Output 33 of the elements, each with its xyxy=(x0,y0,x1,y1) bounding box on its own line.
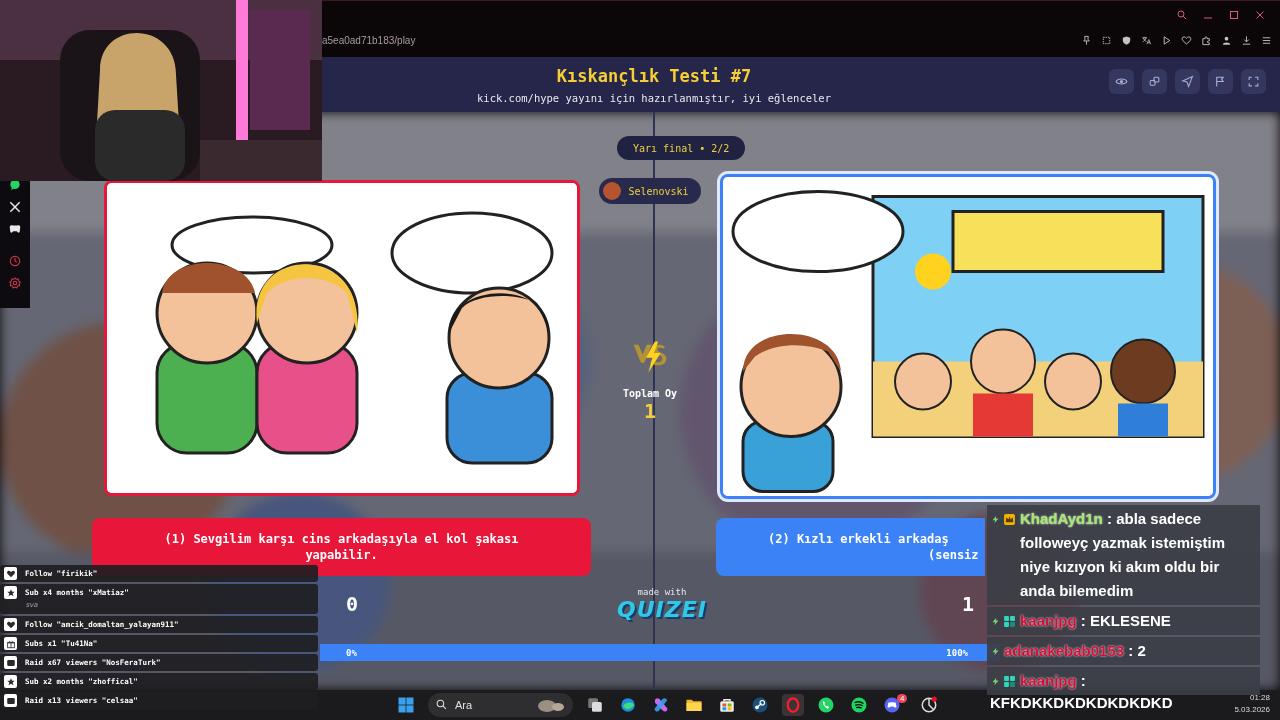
address-text[interactable]: a5ea0ad71b183/play xyxy=(322,35,416,46)
chat-text: KFKDKKDKDKDKDKDKD xyxy=(990,694,1173,711)
close-icon[interactable] xyxy=(1254,9,1266,21)
download-icon[interactable] xyxy=(1241,35,1252,46)
flag-icon xyxy=(1214,75,1227,88)
puzzle-icon[interactable] xyxy=(1201,35,1212,46)
search-field[interactable]: Ara xyxy=(428,693,573,717)
crop-icon[interactable] xyxy=(1101,35,1112,46)
shield-icon[interactable] xyxy=(1121,35,1132,46)
flag-button[interactable] xyxy=(1208,69,1233,94)
pin-icon[interactable] xyxy=(1081,35,1092,46)
translate-icon[interactable] xyxy=(1141,35,1152,46)
clock-date: 5.03.2026 xyxy=(1234,705,1270,714)
fullscreen-icon xyxy=(1247,75,1260,88)
quiz-subtitle: kick.com/hype yayını için hazırlanmıştır, iyi eğlenceler xyxy=(477,91,831,104)
eye-icon xyxy=(1115,75,1128,88)
clock-time: 01:28 xyxy=(1249,693,1270,702)
maximize-icon[interactable] xyxy=(1228,9,1240,21)
heart-icon[interactable] xyxy=(1181,35,1192,46)
fullscreen-button[interactable] xyxy=(1241,69,1266,94)
quiz-title: Kıskançlık Testi #7 xyxy=(556,65,752,86)
ring-icon[interactable] xyxy=(782,694,804,716)
search-icon xyxy=(435,698,448,711)
menu-icon[interactable] xyxy=(1261,35,1272,46)
profile-icon[interactable] xyxy=(1221,35,1232,46)
send-icon xyxy=(1181,75,1194,88)
search-icon[interactable] xyxy=(1176,9,1188,21)
cubes-icon xyxy=(1148,75,1161,88)
send-button[interactable] xyxy=(1175,69,1200,94)
cubes-button[interactable] xyxy=(1142,69,1167,94)
notification-badge: 4 xyxy=(897,693,908,703)
play-icon[interactable] xyxy=(1161,35,1172,46)
eye-button[interactable] xyxy=(1109,69,1134,94)
